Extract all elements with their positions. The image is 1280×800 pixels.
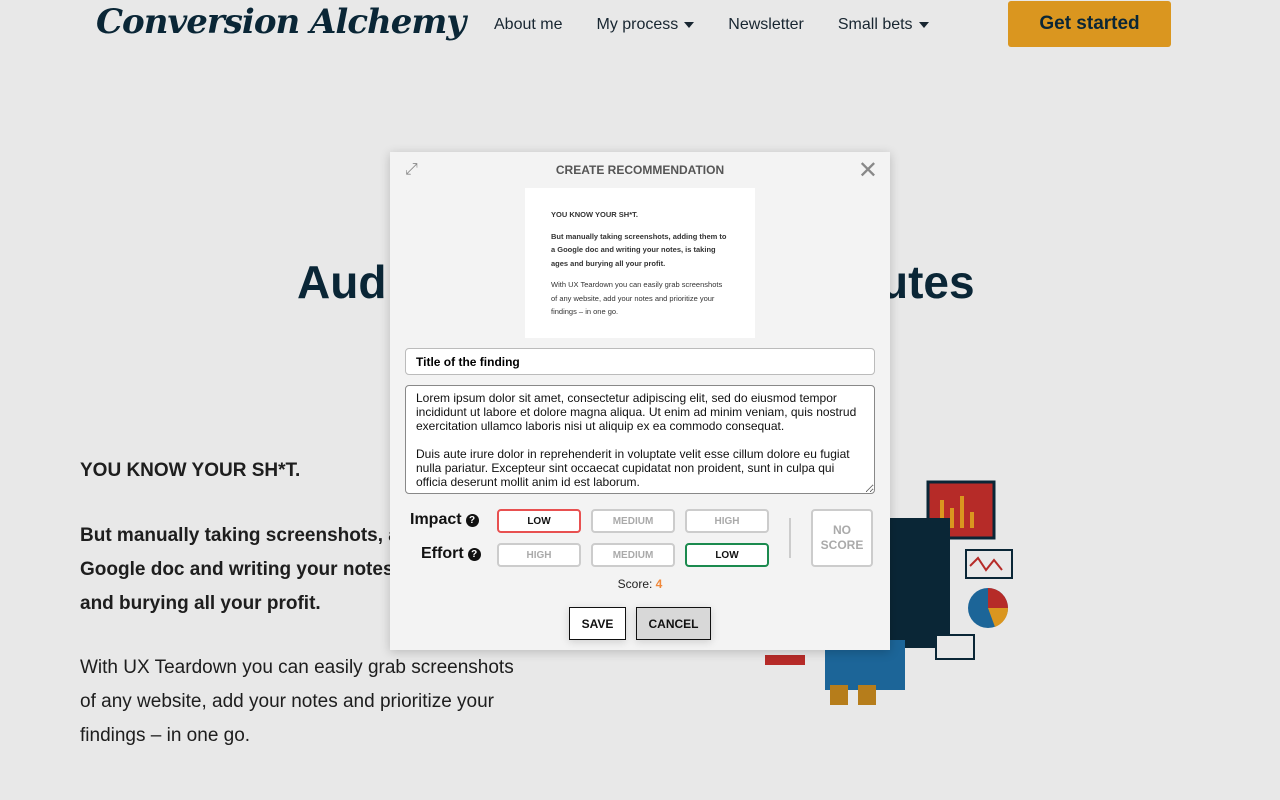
preview-text: With UX Teardown you can easily grab scr… — [551, 280, 723, 316]
screenshot-preview: YOU KNOW YOUR SH*T. But manually taking … — [525, 188, 755, 338]
effort-medium-button[interactable]: MEDIUM — [591, 543, 675, 567]
finding-description-textarea[interactable]: Lorem ipsum dolor sit amet, consectetur … — [405, 385, 875, 494]
score-value: 4 — [655, 577, 663, 591]
score-display: Score: 4 — [390, 577, 890, 591]
score-label: Score: — [617, 577, 653, 591]
effort-high-button[interactable]: HIGH — [497, 543, 581, 567]
cancel-button[interactable]: CANCEL — [636, 607, 711, 640]
save-button[interactable]: SAVE — [569, 607, 626, 640]
divider — [789, 518, 791, 558]
modal-title: CREATE RECOMMENDATION — [555, 163, 725, 177]
no-score-button[interactable]: NO SCORE — [811, 509, 873, 567]
preview-text: But manually taking screenshots, adding … — [551, 231, 727, 268]
effort-low-button[interactable]: LOW — [685, 543, 769, 567]
impact-label: Impact? — [410, 511, 479, 529]
effort-label: Effort? — [421, 545, 481, 563]
impact-high-button[interactable]: HIGH — [685, 509, 769, 533]
help-icon[interactable]: ? — [467, 547, 481, 561]
preview-text: YOU KNOW YOUR SH*T. — [551, 210, 638, 219]
effort-label-text: Effort — [421, 545, 464, 562]
finding-title-input[interactable] — [405, 348, 875, 375]
impact-low-button[interactable]: LOW — [497, 509, 581, 533]
create-recommendation-modal: ⤢ CREATE RECOMMENDATION ✕ YOU KNOW YOUR … — [390, 152, 890, 650]
help-icon[interactable]: ? — [465, 513, 479, 527]
close-icon[interactable]: ✕ — [858, 156, 878, 185]
impact-label-text: Impact — [410, 511, 462, 528]
impact-medium-button[interactable]: MEDIUM — [591, 509, 675, 533]
